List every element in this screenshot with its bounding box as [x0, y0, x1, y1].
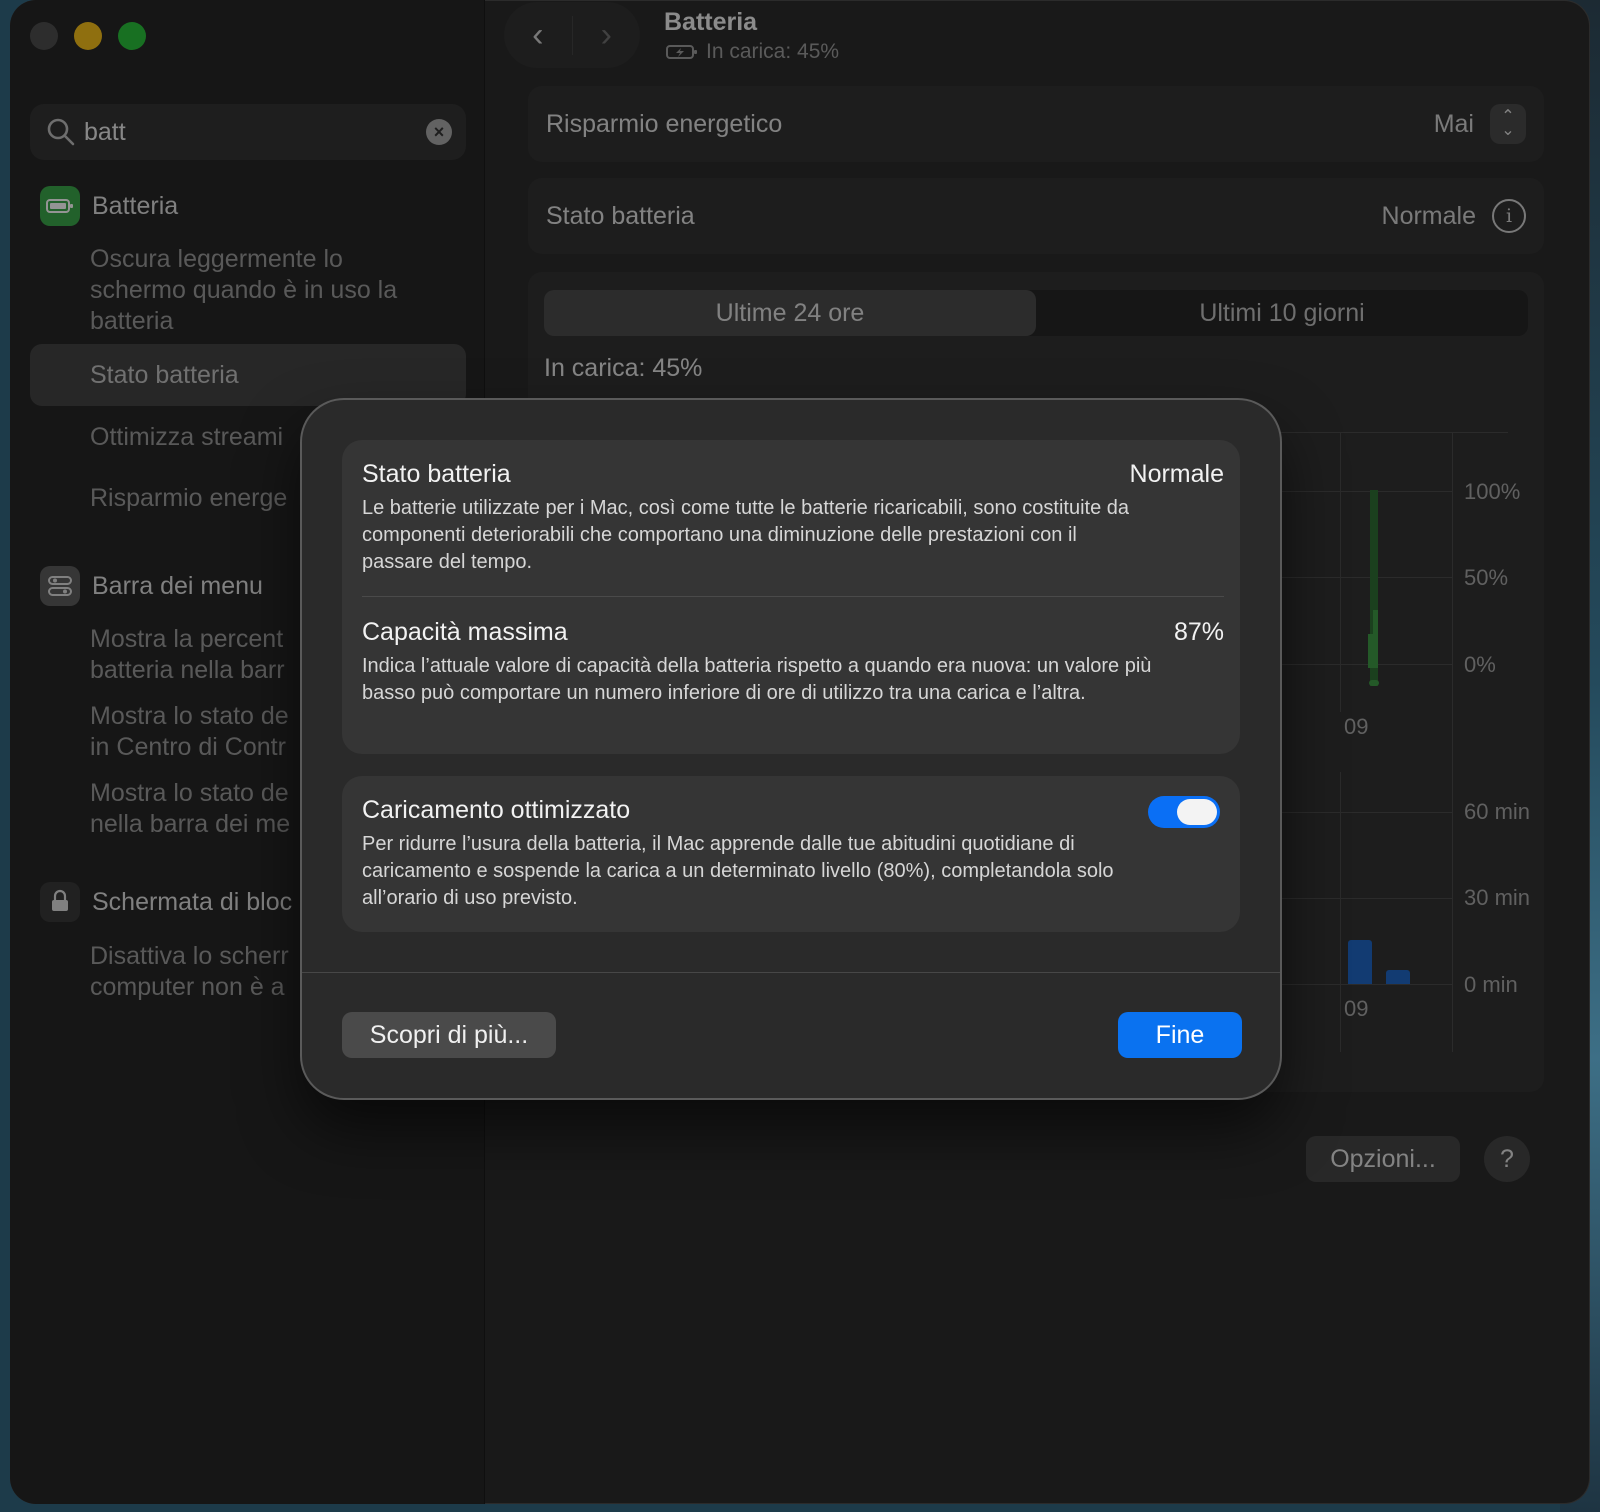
optimized-charging-card: Caricamento ottimizzato Per ridurre l’us…	[342, 776, 1240, 932]
toggle-knob	[1177, 799, 1217, 825]
optimized-title: Caricamento ottimizzato	[362, 796, 631, 824]
max-capacity-section: Capacità massima 87% Indica l’attuale va…	[362, 618, 1224, 707]
capacity-description: Indica l’attuale valore di capacità dell…	[362, 655, 1152, 704]
health-info-card: Stato batteria Normale Le batterie utili…	[342, 440, 1240, 754]
divider	[362, 596, 1224, 597]
dialog-divider	[302, 972, 1280, 973]
capacity-title: Capacità massima	[362, 618, 568, 646]
health-description: Le batterie utilizzate per i Mac, così c…	[362, 497, 1130, 573]
done-button[interactable]: Fine	[1118, 1012, 1242, 1058]
health-value: Normale	[1129, 460, 1224, 488]
capacity-value: 87%	[1173, 618, 1224, 646]
optimized-charging-toggle[interactable]	[1148, 796, 1220, 828]
optimized-description: Per ridurre l’usura della batteria, il M…	[362, 833, 1114, 909]
battery-health-section: Stato batteria Normale Le batterie utili…	[362, 460, 1224, 576]
learn-more-button[interactable]: Scopri di più...	[342, 1012, 556, 1058]
optimized-charging-section: Caricamento ottimizzato Per ridurre l’us…	[362, 796, 1224, 912]
health-title: Stato batteria	[362, 460, 511, 488]
battery-health-dialog: Stato batteria Normale Le batterie utili…	[302, 400, 1280, 1098]
